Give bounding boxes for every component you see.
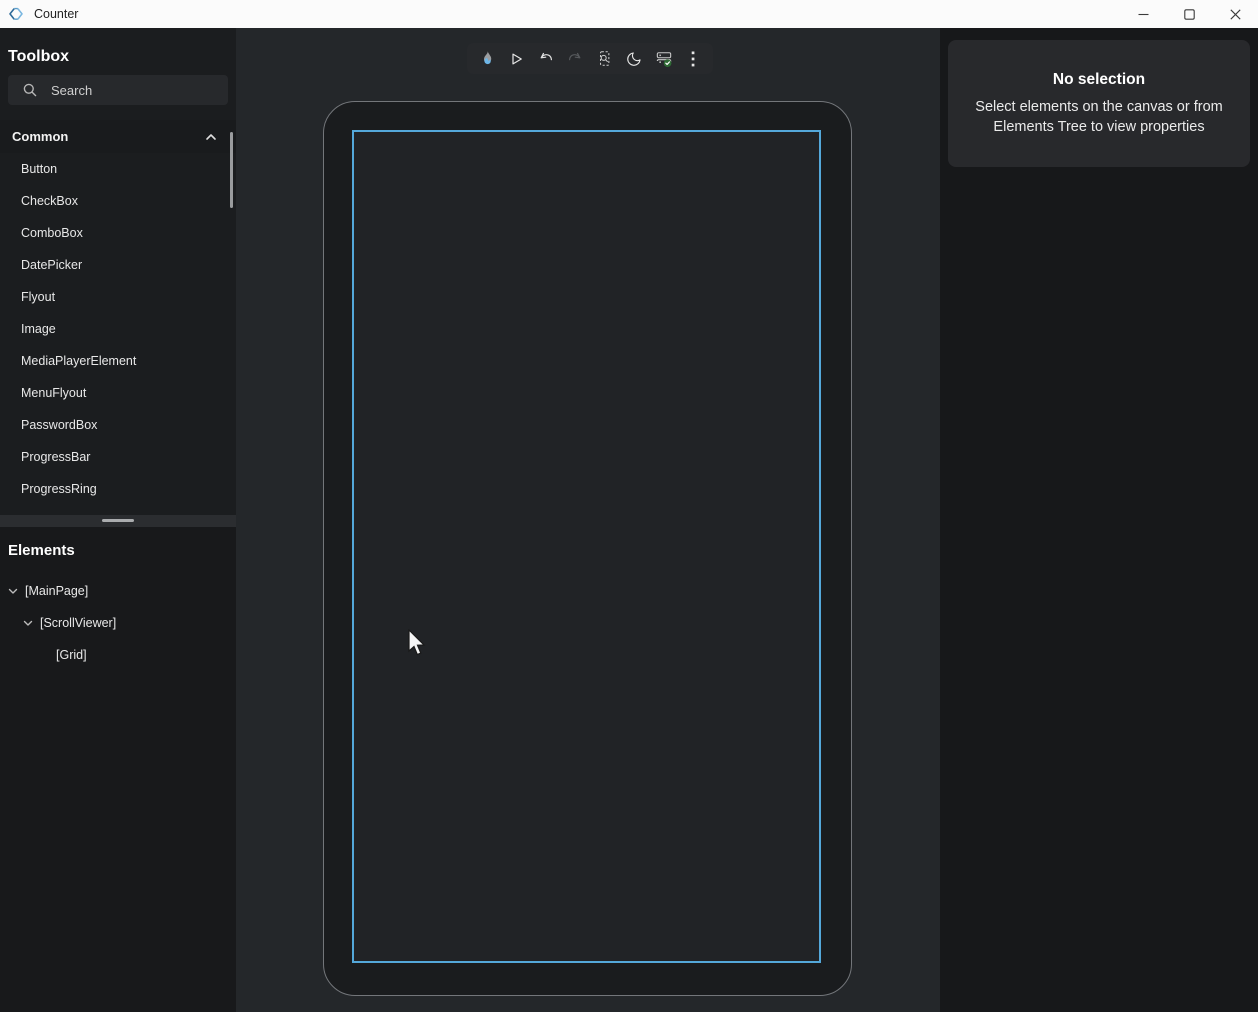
window-titlebar: Counter: [0, 0, 1258, 28]
no-selection-message: Select elements on the canvas or from El…: [958, 97, 1240, 137]
toolbox-title: Toolbox: [8, 48, 228, 66]
canvas-toolbar: [467, 43, 713, 74]
tree-item-mainpage[interactable]: [MainPage]: [0, 575, 236, 607]
toolbox-section-common[interactable]: Common: [0, 120, 236, 153]
app-screen-root[interactable]: [352, 130, 821, 963]
toolbox-item-list: Button CheckBox ComboBox DatePicker Flyo…: [0, 153, 236, 505]
more-options-button[interactable]: [680, 43, 706, 74]
tree-item-grid[interactable]: [Grid]: [0, 639, 236, 671]
toolbox-item-passwordbox[interactable]: PasswordBox: [0, 409, 236, 441]
validate-button[interactable]: [651, 43, 677, 74]
elements-panel: Elements [MainPage]: [0, 527, 236, 1012]
zoom-to-fit-icon: [595, 49, 614, 68]
no-selection-title: No selection: [1053, 71, 1145, 89]
elements-title: Elements: [8, 542, 228, 559]
play-icon: [507, 50, 525, 68]
toolbox-item-flyout[interactable]: Flyout: [0, 281, 236, 313]
app-logo-icon: [8, 6, 24, 22]
play-button[interactable]: [503, 43, 529, 74]
close-button[interactable]: [1212, 0, 1258, 28]
tree-item-label: [MainPage]: [25, 584, 88, 598]
toolbox-item-image[interactable]: Image: [0, 313, 236, 345]
search-icon: [22, 82, 38, 98]
toolbox-item-menuflyout[interactable]: MenuFlyout: [0, 377, 236, 409]
chevron-down-icon[interactable]: [7, 585, 19, 597]
chevron-up-icon: [204, 130, 218, 144]
tree-item-label: [Grid]: [56, 648, 87, 662]
toolbox-item-datepicker[interactable]: DatePicker: [0, 249, 236, 281]
minimize-button[interactable]: [1120, 0, 1166, 28]
toolbox-item-progressbar[interactable]: ProgressBar: [0, 441, 236, 473]
toolbox-panel: Toolbox Common Button CheckBox ComboBox …: [0, 28, 236, 1012]
toolbox-item-mediaplayerelement[interactable]: MediaPlayerElement: [0, 345, 236, 377]
search-input[interactable]: [51, 83, 201, 98]
theme-toggle-button[interactable]: [621, 43, 647, 74]
elements-tree: [MainPage] [ScrollViewer] [Grid]: [0, 575, 236, 671]
toolbox-item-button[interactable]: Button: [0, 153, 236, 185]
hot-reload-button[interactable]: [474, 43, 500, 74]
panel-splitter[interactable]: [0, 515, 236, 527]
validate-list-icon: [654, 49, 674, 69]
redo-icon: [566, 50, 584, 68]
theme-moon-icon: [625, 50, 643, 68]
minimize-icon: [1138, 9, 1149, 20]
toolbox-search[interactable]: [8, 75, 228, 105]
more-options-icon: [685, 50, 701, 68]
maximize-button[interactable]: [1166, 0, 1212, 28]
no-selection-card: No selection Select elements on the canv…: [948, 40, 1250, 167]
section-label: Common: [12, 129, 68, 144]
toolbox-item-progressring[interactable]: ProgressRing: [0, 473, 236, 505]
window-title: Counter: [34, 7, 78, 21]
toolbox-scrollbar[interactable]: [230, 132, 233, 208]
device-frame: [323, 101, 852, 996]
tree-item-scrollviewer[interactable]: [ScrollViewer]: [0, 607, 236, 639]
tree-item-label: [ScrollViewer]: [40, 616, 116, 630]
design-canvas[interactable]: [236, 28, 940, 1012]
maximize-icon: [1184, 9, 1195, 20]
properties-panel: No selection Select elements on the canv…: [940, 28, 1258, 1012]
undo-icon: [537, 50, 555, 68]
redo-button[interactable]: [562, 43, 588, 74]
window-controls: [1120, 0, 1258, 28]
close-icon: [1230, 9, 1241, 20]
zoom-to-fit-button[interactable]: [592, 43, 618, 74]
undo-button[interactable]: [533, 43, 559, 74]
toolbox-item-combobox[interactable]: ComboBox: [0, 217, 236, 249]
hot-reload-flame-icon: [478, 49, 497, 68]
toolbox-item-checkbox[interactable]: CheckBox: [0, 185, 236, 217]
chevron-down-icon[interactable]: [22, 617, 34, 629]
